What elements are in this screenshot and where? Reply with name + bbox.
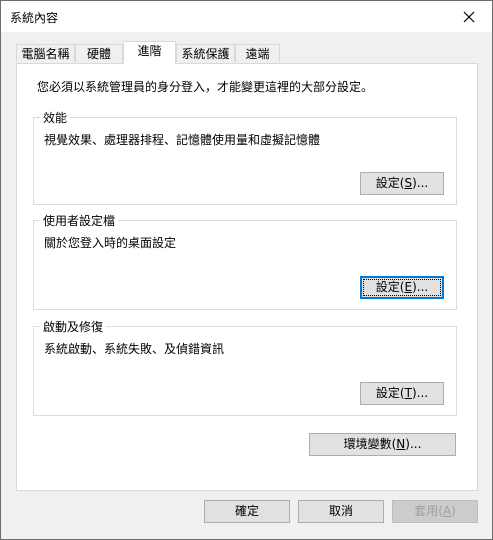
performance-description: 視覺效果、處理器排程、記憶體使用量和虛擬記憶體 <box>44 133 321 147</box>
startup-recovery-settings-button[interactable]: 設定(T)... <box>360 382 444 405</box>
window-title: 系統內容 <box>10 11 59 25</box>
environment-variables-button[interactable]: 環境變數(N)... <box>309 433 456 456</box>
admin-notice-text: 您必須以系統管理員的身分登入，才能變更這裡的大部分設定。 <box>37 80 374 94</box>
tab-computer-name[interactable]: 電腦名稱 <box>16 44 75 62</box>
tab-remote[interactable]: 遠端 <box>235 44 280 62</box>
cancel-button[interactable]: 取消 <box>298 500 384 523</box>
startup-recovery-group-title: 啟動及修復 <box>40 318 107 335</box>
advanced-tab-panel: 您必須以系統管理員的身分登入，才能變更這裡的大部分設定。 效能 視覺效果、處理器… <box>16 63 478 491</box>
tab-advanced[interactable]: 進階 <box>123 41 176 64</box>
user-profiles-group: 使用者設定檔 關於您登入時的桌面設定 設定(E)... <box>33 212 457 310</box>
performance-group: 效能 視覺效果、處理器排程、記憶體使用量和虛擬記憶體 設定(S)... <box>33 109 457 205</box>
startup-recovery-description: 系統啟動、系統失敗、及偵錯資訊 <box>44 342 225 356</box>
performance-group-title: 效能 <box>40 109 71 126</box>
close-button[interactable] <box>446 1 492 32</box>
user-profiles-group-title: 使用者設定檔 <box>40 212 119 229</box>
system-properties-window: 系統內容 電腦名稱 硬體 進階 系統保護 遠端 您必須以系統管理員的身分登入，才… <box>0 0 493 540</box>
user-profiles-description: 關於您登入時的桌面設定 <box>44 236 177 250</box>
user-profiles-settings-button[interactable]: 設定(E)... <box>360 276 444 299</box>
apply-button[interactable]: 套用(A) <box>392 500 478 523</box>
performance-settings-button[interactable]: 設定(S)... <box>360 172 444 195</box>
tab-hardware[interactable]: 硬體 <box>75 44 123 62</box>
ok-button[interactable]: 確定 <box>204 500 290 523</box>
close-icon <box>463 11 475 22</box>
startup-recovery-group: 啟動及修復 系統啟動、系統失敗、及偵錯資訊 設定(T)... <box>33 318 457 416</box>
tab-system-protection[interactable]: 系統保護 <box>176 44 235 62</box>
title-bar: 系統內容 <box>1 1 492 32</box>
